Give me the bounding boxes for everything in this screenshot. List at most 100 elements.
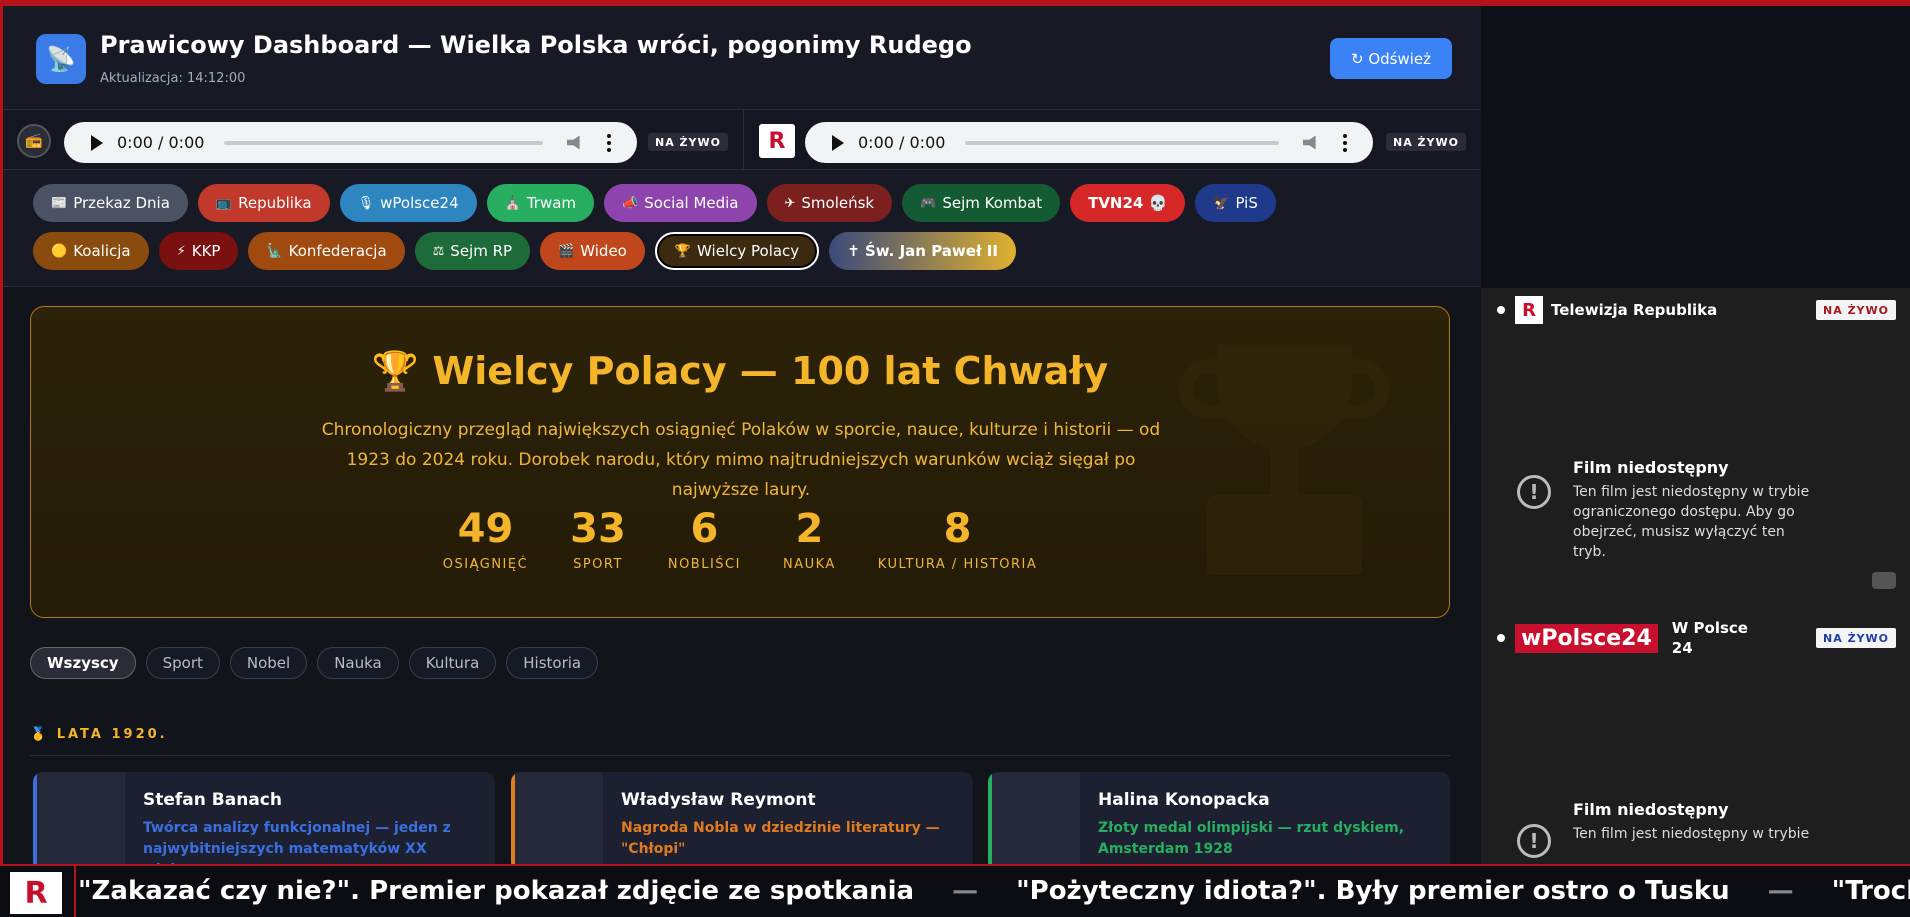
filter-historia[interactable]: Historia xyxy=(506,647,599,679)
tag-wideo[interactable]: 🎬 Wideo xyxy=(540,232,645,270)
section-heading: 🥇 LATA 1920. xyxy=(30,727,168,742)
tag-label: Wielcy Polacy xyxy=(697,242,800,260)
tag-trwam[interactable]: ⛪ Trwam xyxy=(486,184,595,222)
channel-header-republika: R Telewizja Republika NA ŻYWO xyxy=(1481,288,1910,332)
tag-sejm-rp[interactable]: ⚖ Sejm RP xyxy=(414,232,531,270)
section-divider xyxy=(30,755,1450,756)
tag-label: Wideo xyxy=(580,242,627,260)
card-description: Złoty medal olimpijski — rzut dyskiem, A… xyxy=(1098,820,1405,857)
audio-player-2[interactable]: 0:00 / 0:00 xyxy=(805,122,1373,163)
filter-nobel[interactable]: Nobel xyxy=(229,647,308,679)
wpolsce24-logo: wPolsce24 xyxy=(1515,623,1658,653)
filter-nauka[interactable]: Nauka xyxy=(317,647,399,679)
card-name: Halina Konopacka xyxy=(1098,790,1270,810)
tag-label: TVN24 💀 xyxy=(1088,194,1168,212)
progress-track[interactable] xyxy=(224,140,543,145)
warning-icon: ! xyxy=(1517,475,1551,509)
divider xyxy=(743,110,744,170)
tag-icon: 📰 xyxy=(51,195,68,211)
tag-icon: 🎙 xyxy=(357,195,375,211)
warning-icon: ! xyxy=(1517,824,1551,858)
header: 📡 Prawicowy Dashboard — Wielka Polska wr… xyxy=(3,6,1481,110)
refresh-button[interactable]: ↻ Odśwież xyxy=(1330,38,1452,79)
card-thumbnail xyxy=(37,772,125,872)
tag-sejm-kombat[interactable]: 🎮 Sejm Kombat xyxy=(902,184,1061,222)
tag-row-1: 📰 Przekaz Dnia 📺 Republika 🎙 wPolsce24 ⛪ Trwam 📣… xyxy=(33,184,1481,222)
tag-wpolsce24[interactable]: 🎙 wPolsce24 xyxy=(339,184,477,222)
card-thumbnail xyxy=(515,772,603,872)
news-ticker: R "Zakazać czy nie?". Premier pokazał zd… xyxy=(0,864,1910,917)
card-name: Władysław Reymont xyxy=(621,790,816,810)
ticker-text: "Zakazać czy nie?". Premier pokazał zdję… xyxy=(78,876,1910,906)
filter-sport[interactable]: Sport xyxy=(145,647,220,679)
volume-icon[interactable] xyxy=(567,135,580,150)
tag-smoleńsk[interactable]: ✈ Smoleńsk xyxy=(766,184,893,222)
stat-label: NOBLIŚCI xyxy=(667,557,741,572)
stat-number: 6 xyxy=(690,506,719,552)
tag-social-media[interactable]: 📣 Social Media xyxy=(604,184,757,222)
unavailable-title: Film niedostępny xyxy=(1573,458,1729,477)
live-dot xyxy=(1497,634,1505,642)
tag-label: Smoleńsk xyxy=(801,194,875,212)
more-options-icon[interactable] xyxy=(607,133,611,152)
ticker-item[interactable]: "Pożyteczny idiota?". Były premier ostro… xyxy=(1016,876,1730,906)
stat-number: 2 xyxy=(795,506,824,552)
hero-description: Chronologiczny przegląd największych osi… xyxy=(321,420,1161,500)
category-tags: 📰 Przekaz Dnia 📺 Republika 🎙 wPolsce24 ⛪ Trwam 📣… xyxy=(3,170,1481,287)
player-time: 0:00 / 0:00 xyxy=(117,133,205,152)
tag-icon: 📣 xyxy=(622,195,639,211)
tag-republika[interactable]: 📺 Republika xyxy=(197,184,330,222)
channel-name: Telewizja Republika xyxy=(1551,301,1718,319)
filter-bar: Wszyscy Sport Nobel Nauka Kultura Historia xyxy=(30,647,599,679)
live-badge: NA ŻYWO xyxy=(1816,300,1896,320)
audio-player-1[interactable]: 0:00 / 0:00 xyxy=(64,122,637,163)
stat-number: 33 xyxy=(570,506,626,552)
tag-label: KKP xyxy=(191,242,221,260)
person-card[interactable]: Halina Konopacka Złoty medal olimpijski —… xyxy=(988,772,1450,872)
tag-label: Konfederacja xyxy=(288,242,387,260)
video-player-2[interactable]: ! Film niedostępny Ten film jest niedost… xyxy=(1481,668,1910,864)
stat-2: 6 NOBLIŚCI xyxy=(647,505,762,572)
stat-1: 33 SPORT xyxy=(549,505,647,572)
volume-icon[interactable] xyxy=(1303,135,1316,150)
channel-name: W Polsce 24 xyxy=(1671,619,1748,657)
hero-title: 🏆 Wielcy Polacy — 100 lat Chwały xyxy=(371,349,1109,393)
filter-kultura[interactable]: Kultura xyxy=(408,647,497,679)
tag-przekaz-dnia[interactable]: 📰 Przekaz Dnia xyxy=(33,184,188,222)
tag-icon: 🗽 xyxy=(266,243,283,259)
ticker-item[interactable]: "Trochę żenując xyxy=(1832,876,1910,906)
more-options-icon[interactable] xyxy=(1343,133,1347,152)
video-sidebar: R Telewizja Republika NA ŻYWO ! Film nie… xyxy=(1481,288,1910,864)
stat-label: NAUKA xyxy=(782,557,836,572)
tag-pis[interactable]: 🦅 PiS xyxy=(1195,184,1276,222)
filter-wszyscy[interactable]: Wszyscy xyxy=(30,647,136,679)
live-badge: NA ŻYWO xyxy=(1816,628,1896,648)
tag-label: ✝ Św. Jan Paweł II xyxy=(847,242,998,260)
stat-label: OSIĄGNIĘĆ xyxy=(442,557,529,572)
tag-kkp[interactable]: ⚡ KKP xyxy=(158,232,239,270)
card-description: Nagroda Nobla w dziedzinie literatury — … xyxy=(621,820,940,857)
live-badge: NA ŻYWO xyxy=(648,133,728,151)
tag-icon: 📺 xyxy=(215,195,233,211)
play-icon[interactable] xyxy=(832,134,844,151)
unavailable-title: Film niedostępny xyxy=(1573,800,1729,819)
tag-icon: 🦅 xyxy=(1213,195,1230,211)
stat-number: 8 xyxy=(943,506,972,552)
tag-tvn24-[interactable]: TVN24 💀 xyxy=(1070,184,1186,222)
ticker-divider xyxy=(74,866,76,917)
ticker-item[interactable]: "Zakazać czy nie?". Premier pokazał zdję… xyxy=(78,876,914,906)
person-card[interactable]: Stefan Banach Twórca analizy funkcjonalne… xyxy=(33,772,495,872)
progress-track[interactable] xyxy=(965,140,1279,145)
unavailable-description: Ten film jest niedostępny w trybie xyxy=(1573,826,1810,842)
tag--św-jan-paweł-ii[interactable]: ✝ Św. Jan Paweł II xyxy=(829,232,1016,270)
card-name: Stefan Banach xyxy=(143,790,282,810)
tag-label: Przekaz Dnia xyxy=(73,194,170,212)
video-player-1[interactable]: ! Film niedostępny Ten film jest niedost… xyxy=(1481,332,1910,611)
tag-koalicja[interactable]: 🟡 Koalicja xyxy=(33,232,149,270)
youtube-icon[interactable] xyxy=(1872,572,1896,589)
person-card[interactable]: Władysław Reymont Nagroda Nobla w dziedzi… xyxy=(511,772,973,872)
tag-konfederacja[interactable]: 🗽 Konfederacja xyxy=(248,232,405,270)
tag-wielcy-polacy[interactable]: 🏆 Wielcy Polacy xyxy=(654,232,820,270)
play-icon[interactable] xyxy=(91,134,103,151)
stats: 49 OSIĄGNIĘĆ 33 SPORT 6 NOBLIŚCI 2 NAUKA 8 KULTUR… xyxy=(31,505,1449,572)
